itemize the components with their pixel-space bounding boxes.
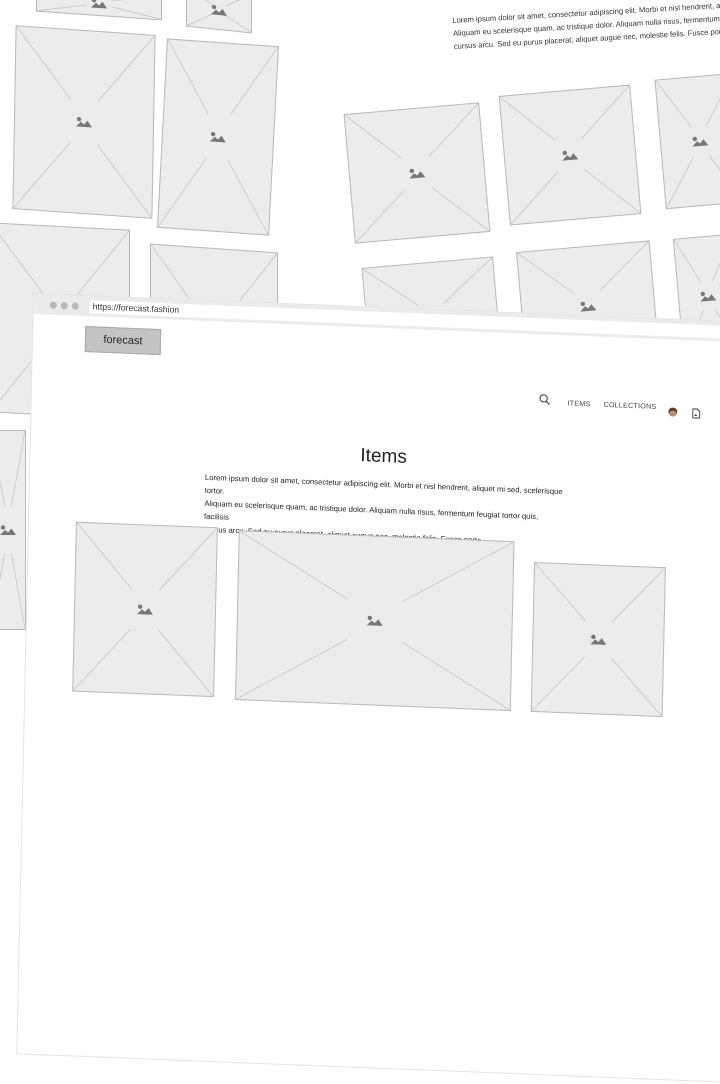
image-placeholder-icon xyxy=(0,525,16,535)
image-placeholder xyxy=(36,0,162,21)
nav-link-collections[interactable]: COLLECTIONS xyxy=(603,400,656,411)
window-minimize-dot[interactable] xyxy=(60,302,68,310)
background-paragraph: Lorem ipsum dolor sit amet, consectetur … xyxy=(452,0,720,51)
image-placeholder[interactable] xyxy=(72,521,218,698)
image-placeholder-icon xyxy=(580,301,597,312)
image-placeholder-icon xyxy=(590,634,607,645)
search-icon[interactable] xyxy=(538,393,550,406)
window-close-dot[interactable] xyxy=(49,301,57,309)
placeholder-cross xyxy=(656,74,720,208)
image-placeholder-icon xyxy=(209,131,226,143)
image-placeholder xyxy=(654,72,720,210)
image-placeholder xyxy=(0,430,26,630)
image-placeholder[interactable] xyxy=(235,530,515,712)
image-placeholder-icon xyxy=(366,615,383,626)
image-placeholder[interactable] xyxy=(530,561,666,718)
image-placeholder-icon xyxy=(136,604,153,615)
nav-link-items[interactable]: ITEMS xyxy=(567,398,590,408)
browser-window: https://forecast.fashion forecast ITEMS … xyxy=(17,294,720,1084)
image-placeholder-icon xyxy=(692,136,709,147)
image-placeholder-icon xyxy=(562,150,579,161)
image-placeholder-icon xyxy=(409,168,426,179)
image-placeholder-icon xyxy=(700,291,717,302)
image-placeholder-icon xyxy=(211,4,227,16)
image-placeholder xyxy=(12,25,156,219)
image-placeholder xyxy=(157,38,279,236)
page-title: Items xyxy=(360,445,408,468)
image-placeholder xyxy=(498,84,642,226)
image-placeholder-icon xyxy=(75,116,92,128)
image-placeholder-icon xyxy=(91,0,107,9)
avatar[interactable] xyxy=(668,407,678,417)
image-placeholder xyxy=(186,0,252,34)
window-maximize-dot[interactable] xyxy=(71,302,79,310)
file-icon[interactable] xyxy=(692,408,701,419)
logo-button[interactable]: forecast xyxy=(84,326,162,356)
image-placeholder xyxy=(343,102,491,244)
